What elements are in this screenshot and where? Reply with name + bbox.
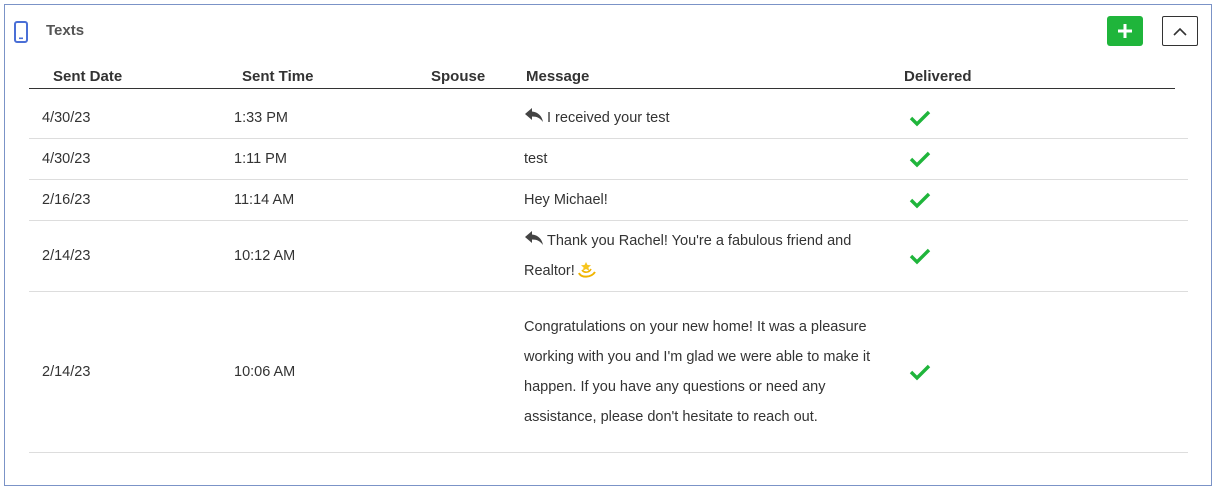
table-row[interactable]: 2/14/23 10:12 AM Thank you Rachel! You'r… bbox=[29, 221, 1188, 292]
texts-panel: Texts Sent Date Sent Time Spouse Message… bbox=[4, 4, 1212, 486]
check-icon bbox=[909, 151, 931, 168]
sent-time: 1:11 PM bbox=[234, 151, 287, 167]
sent-time: 11:14 AM bbox=[234, 192, 295, 208]
table-row[interactable]: 4/30/23 1:11 PM test bbox=[29, 139, 1188, 180]
mobile-phone-icon bbox=[14, 21, 28, 43]
column-header-sent-time[interactable]: Sent Time bbox=[242, 68, 313, 85]
table-row[interactable]: 4/30/23 1:33 PM I received your test bbox=[29, 98, 1188, 139]
panel-title: Texts bbox=[46, 22, 85, 39]
plus-icon bbox=[1118, 24, 1132, 38]
delivered-status bbox=[909, 109, 931, 127]
check-icon bbox=[909, 248, 931, 265]
sent-date: 4/30/23 bbox=[42, 151, 91, 167]
table-header: Sent Date Sent Time Spouse Message Deliv… bbox=[29, 67, 1175, 89]
delivered-status bbox=[909, 247, 931, 265]
message-text: Thank you Rachel! You're a fabulous frie… bbox=[524, 233, 852, 279]
message: I received your test bbox=[524, 103, 884, 133]
dizzy-star-icon bbox=[577, 262, 596, 278]
check-icon bbox=[909, 364, 931, 381]
collapse-button[interactable] bbox=[1162, 16, 1198, 46]
message: Thank you Rachel! You're a fabulous frie… bbox=[524, 226, 884, 286]
column-header-sent-date[interactable]: Sent Date bbox=[53, 68, 122, 85]
sent-time: 10:06 AM bbox=[234, 364, 296, 380]
message: test bbox=[524, 144, 884, 174]
delivered-status bbox=[909, 191, 931, 209]
message: Hey Michael! bbox=[524, 185, 884, 215]
reply-icon bbox=[525, 108, 543, 122]
texts-table-body: 4/30/23 1:33 PM I received your test 4/3… bbox=[29, 98, 1188, 453]
delivered-status bbox=[909, 363, 931, 381]
sent-date: 2/14/23 bbox=[42, 248, 91, 264]
message-text: I received your test bbox=[547, 110, 670, 126]
message-text: Congratulations on your new home! It was… bbox=[524, 319, 871, 425]
add-text-button[interactable] bbox=[1107, 16, 1143, 46]
check-icon bbox=[909, 192, 931, 209]
sent-date: 2/14/23 bbox=[42, 364, 91, 380]
table-row[interactable]: 2/14/23 10:06 AM Congratulations on your… bbox=[29, 292, 1188, 453]
column-header-spouse[interactable]: Spouse bbox=[431, 68, 485, 85]
table-row[interactable]: 2/16/23 11:14 AM Hey Michael! bbox=[29, 180, 1188, 221]
delivered-status bbox=[909, 150, 931, 168]
reply-icon bbox=[525, 231, 543, 245]
column-header-delivered[interactable]: Delivered bbox=[904, 68, 972, 85]
column-header-message[interactable]: Message bbox=[526, 68, 589, 85]
check-icon bbox=[909, 110, 931, 127]
chevron-up-icon bbox=[1173, 27, 1187, 36]
sent-date: 2/16/23 bbox=[42, 192, 91, 208]
message: Congratulations on your new home! It was… bbox=[524, 312, 884, 432]
message-text: test bbox=[524, 151, 548, 167]
sent-time: 10:12 AM bbox=[234, 248, 296, 264]
sent-date: 4/30/23 bbox=[42, 110, 91, 126]
message-text: Hey Michael! bbox=[524, 192, 608, 208]
sent-time: 1:33 PM bbox=[234, 110, 288, 126]
